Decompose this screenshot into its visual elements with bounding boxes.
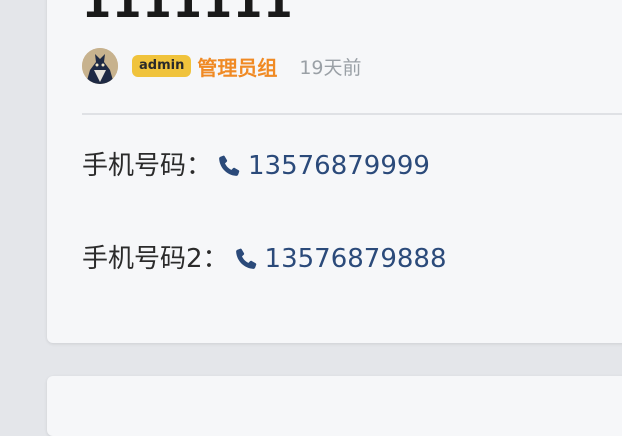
- phone-field-2: 手机号码2： 13576879888: [82, 243, 447, 275]
- phone-field-1: 手机号码： 13576879999: [82, 150, 430, 182]
- phone-link[interactable]: 13576879999: [248, 150, 430, 182]
- phone-field-label: 手机号码：: [82, 151, 213, 181]
- avatar-image: [82, 48, 118, 84]
- post-time: 19天前: [299, 56, 362, 79]
- avatar[interactable]: [82, 48, 118, 84]
- phone-icon: [235, 248, 256, 269]
- role-badge: admin: [132, 55, 192, 77]
- post-title: 1111111: [82, 0, 294, 27]
- phone-link[interactable]: 13576879888: [265, 243, 447, 275]
- phone-field-label: 手机号码2：: [82, 244, 229, 274]
- post-meta: admin 管理员组 19天前: [82, 47, 362, 85]
- phone-icon: [219, 155, 240, 176]
- user-group-link[interactable]: 管理员组: [197, 52, 277, 81]
- next-post-card: [47, 376, 622, 436]
- divider: [82, 113, 622, 115]
